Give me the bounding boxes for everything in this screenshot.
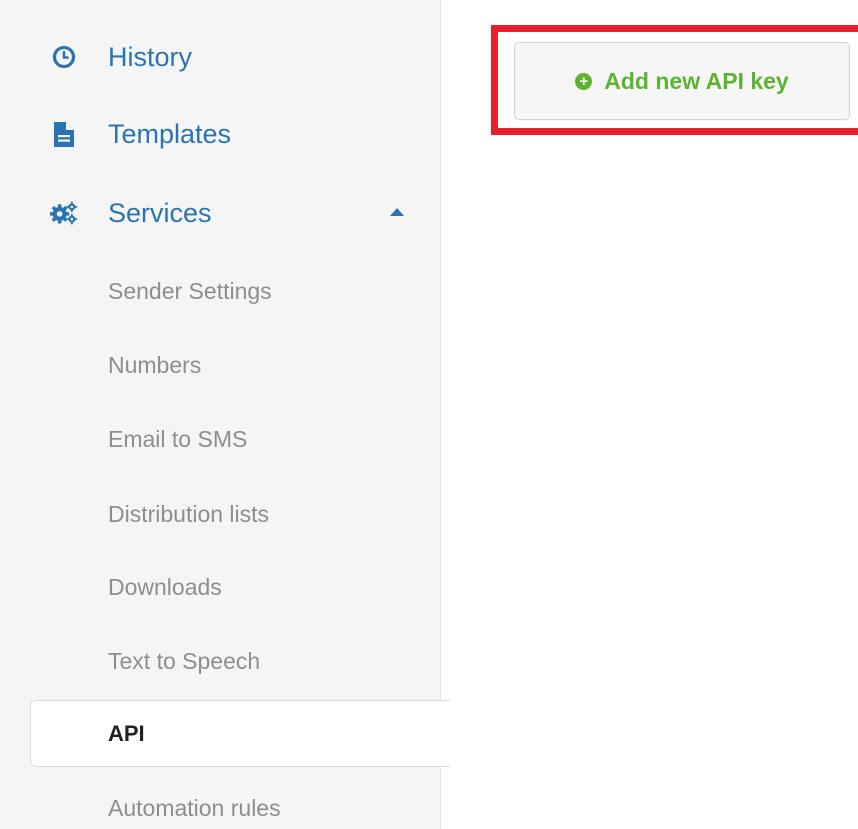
file-icon (50, 120, 78, 148)
plus-circle-icon: + (575, 72, 593, 90)
clock-icon (50, 43, 78, 71)
sidebar-subitem-label: API (108, 721, 145, 746)
sidebar-subitem-automation-rules[interactable]: Automation rules (0, 788, 441, 828)
sidebar-subitem-api[interactable]: API (30, 700, 450, 767)
page: History Templates Services Sender Settin… (0, 0, 858, 829)
sidebar: History Templates Services Sender Settin… (0, 0, 450, 829)
sidebar-subitem-label: Automation rules (108, 795, 281, 821)
sidebar-subitem-email-to-sms[interactable]: Email to SMS (0, 419, 441, 459)
sidebar-item-label: History (108, 41, 193, 72)
sidebar-subitem-downloads[interactable]: Downloads (0, 567, 441, 607)
caret-up-icon[interactable] (390, 208, 404, 216)
sidebar-item-services[interactable]: Services (0, 193, 441, 233)
add-api-key-label: Add new API key (604, 67, 789, 94)
add-api-key-button[interactable]: + Add new API key (514, 42, 850, 120)
sidebar-subitem-label: Sender Settings (108, 278, 272, 304)
sidebar-subitem-text-to-speech[interactable]: Text to Speech (0, 641, 441, 681)
sidebar-subitem-label: Downloads (108, 574, 222, 600)
sidebar-item-history[interactable]: History (0, 38, 441, 76)
sidebar-subitem-label: Text to Speech (108, 648, 261, 674)
sidebar-subitem-label: Numbers (108, 352, 202, 378)
sidebar-item-label: Services (108, 197, 212, 228)
sidebar-subitem-label: Distribution lists (108, 501, 270, 527)
sidebar-subitem-label: Email to SMS (108, 426, 248, 452)
sidebar-subitem-distribution-lists[interactable]: Distribution lists (0, 494, 441, 534)
sidebar-subitem-numbers[interactable]: Numbers (0, 345, 441, 385)
sidebar-item-label: Templates (108, 118, 232, 149)
sidebar-subitem-sender-settings[interactable]: Sender Settings (0, 271, 441, 311)
sidebar-item-templates[interactable]: Templates (0, 114, 441, 154)
gears-icon (50, 199, 78, 227)
